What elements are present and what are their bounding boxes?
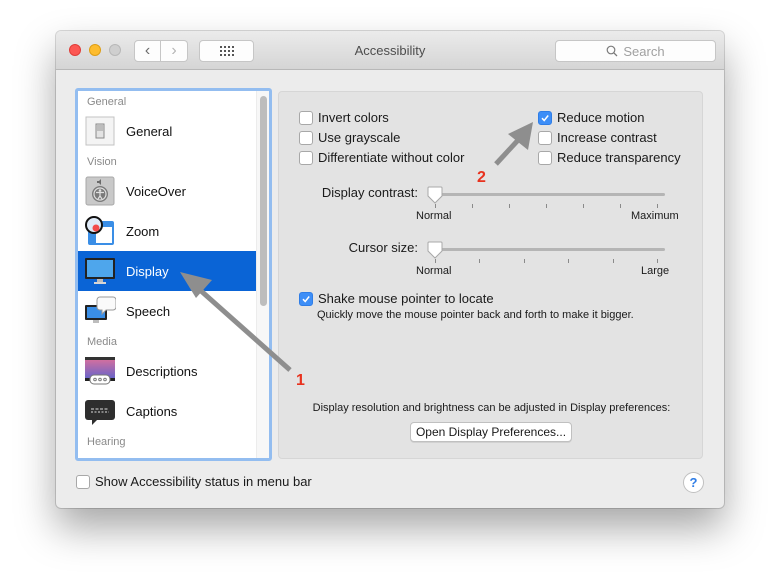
sidebar-item-label: Zoom xyxy=(126,223,160,239)
speech-bubble-icon xyxy=(84,295,117,327)
captions-icon xyxy=(84,395,116,427)
open-display-preferences-button[interactable]: Open Display Preferences... xyxy=(410,422,572,442)
checkbox-box[interactable] xyxy=(299,150,313,165)
sidebar-item-general[interactable]: General xyxy=(78,111,256,151)
shake-pointer-checkbox[interactable]: Shake mouse pointer to locate xyxy=(299,291,494,306)
slider-tick xyxy=(546,204,547,208)
checkmark-icon xyxy=(541,114,549,122)
sidebar-item-label: General xyxy=(126,123,173,139)
slider-min-label: Normal xyxy=(416,210,452,222)
slider-knob[interactable] xyxy=(427,186,443,204)
checkbox-box[interactable] xyxy=(299,110,313,125)
accessibility-window: ‹ › Accessibility Search General General xyxy=(56,31,724,508)
search-field[interactable]: Search xyxy=(555,40,716,62)
checkbox-label: Differentiate without color xyxy=(318,150,465,165)
sidebar-list[interactable]: General General Vision VoiceOver Zoom Di… xyxy=(75,88,272,461)
section-header-vision: Vision xyxy=(87,156,117,168)
slider-tick xyxy=(568,259,569,263)
sidebar-scrollbar[interactable] xyxy=(256,91,269,458)
checkbox-label: Reduce motion xyxy=(557,110,645,125)
checkbox-box[interactable] xyxy=(538,110,552,125)
search-placeholder: Search xyxy=(623,43,665,59)
sidebar-item-label: Captions xyxy=(126,403,178,419)
slider-tick xyxy=(657,259,658,263)
help-button[interactable]: ? xyxy=(683,472,704,493)
section-header-hearing: Hearing xyxy=(87,436,126,448)
checkbox-label: Use grayscale xyxy=(318,130,401,145)
slider-track[interactable] xyxy=(429,193,665,196)
sidebar-item-label: Descriptions xyxy=(126,363,198,379)
sidebar-item-speech[interactable]: Speech xyxy=(78,291,256,331)
sidebar-item-zoom[interactable]: Zoom xyxy=(78,211,256,251)
slider-knob[interactable] xyxy=(427,241,443,259)
general-switch-icon xyxy=(84,115,116,147)
sidebar-item-voiceover[interactable]: VoiceOver xyxy=(78,171,256,211)
zoom-magnifier-icon xyxy=(84,215,116,247)
slider-tick xyxy=(479,259,480,263)
slider-tick xyxy=(509,204,510,208)
annotation-label-1: 1 xyxy=(296,372,305,389)
slider-max-label: Maximum xyxy=(631,210,679,222)
slider-track[interactable] xyxy=(429,248,665,251)
checkbox-box[interactable] xyxy=(76,474,90,489)
checkbox-label: Reduce transparency xyxy=(557,150,681,165)
use-grayscale-checkbox[interactable]: Use grayscale xyxy=(299,130,400,145)
sidebar-item-descriptions[interactable]: Descriptions xyxy=(78,351,256,391)
sidebar-item-captions[interactable]: Captions xyxy=(78,391,256,431)
shake-pointer-description: Quickly move the mouse pointer back and … xyxy=(317,309,634,321)
reduce-transparency-checkbox[interactable]: Reduce transparency xyxy=(538,150,681,165)
checkmark-icon xyxy=(302,295,310,303)
sidebar-item-label: VoiceOver xyxy=(126,183,186,199)
scrollbar-thumb[interactable] xyxy=(260,96,267,306)
descriptions-icon xyxy=(84,355,116,387)
slider-min-label: Normal xyxy=(416,265,452,277)
search-icon xyxy=(606,45,618,57)
sidebar-item-label: Display xyxy=(126,263,169,279)
checkbox-box[interactable] xyxy=(299,130,313,145)
section-header-media: Media xyxy=(87,336,117,348)
voiceover-icon xyxy=(84,175,116,207)
title-bar: ‹ › Accessibility Search xyxy=(56,31,724,70)
annotation-label-2: 2 xyxy=(477,169,486,186)
slider-tick xyxy=(435,259,436,263)
differentiate-without-color-checkbox[interactable]: Differentiate without color xyxy=(299,150,464,165)
checkbox-label: Invert colors xyxy=(318,110,389,125)
cursor-size-label: Cursor size: xyxy=(348,240,418,255)
invert-colors-checkbox[interactable]: Invert colors xyxy=(299,110,389,125)
display-monitor-icon xyxy=(84,255,116,287)
display-contrast-label: Display contrast: xyxy=(321,185,418,200)
show-status-menu-bar-checkbox[interactable]: Show Accessibility status in menu bar xyxy=(76,474,312,489)
checkbox-box[interactable] xyxy=(299,291,313,306)
slider-tick xyxy=(524,259,525,263)
section-header-general: General xyxy=(87,96,127,108)
display-settings-panel: Invert colors Use grayscale Differentiat… xyxy=(278,91,703,459)
checkbox-label: Increase contrast xyxy=(557,130,657,145)
reduce-motion-checkbox[interactable]: Reduce motion xyxy=(538,110,644,125)
sidebar-item-display[interactable]: Display xyxy=(78,251,256,291)
increase-contrast-checkbox[interactable]: Increase contrast xyxy=(538,130,657,145)
slider-tick xyxy=(657,204,658,208)
slider-tick xyxy=(620,204,621,208)
slider-tick xyxy=(472,204,473,208)
sidebar-item-label: Speech xyxy=(126,303,171,319)
question-mark-icon: ? xyxy=(689,475,698,490)
checkbox-box[interactable] xyxy=(538,150,552,165)
slider-tick xyxy=(583,204,584,208)
slider-tick xyxy=(613,259,614,263)
slider-max-label: Large xyxy=(641,265,670,277)
checkbox-label: Show Accessibility status in menu bar xyxy=(95,474,312,489)
display-prefs-note: Display resolution and brightness can be… xyxy=(312,402,671,414)
checkbox-label: Shake mouse pointer to locate xyxy=(318,291,494,306)
checkbox-box[interactable] xyxy=(538,130,552,145)
slider-tick xyxy=(435,204,436,208)
